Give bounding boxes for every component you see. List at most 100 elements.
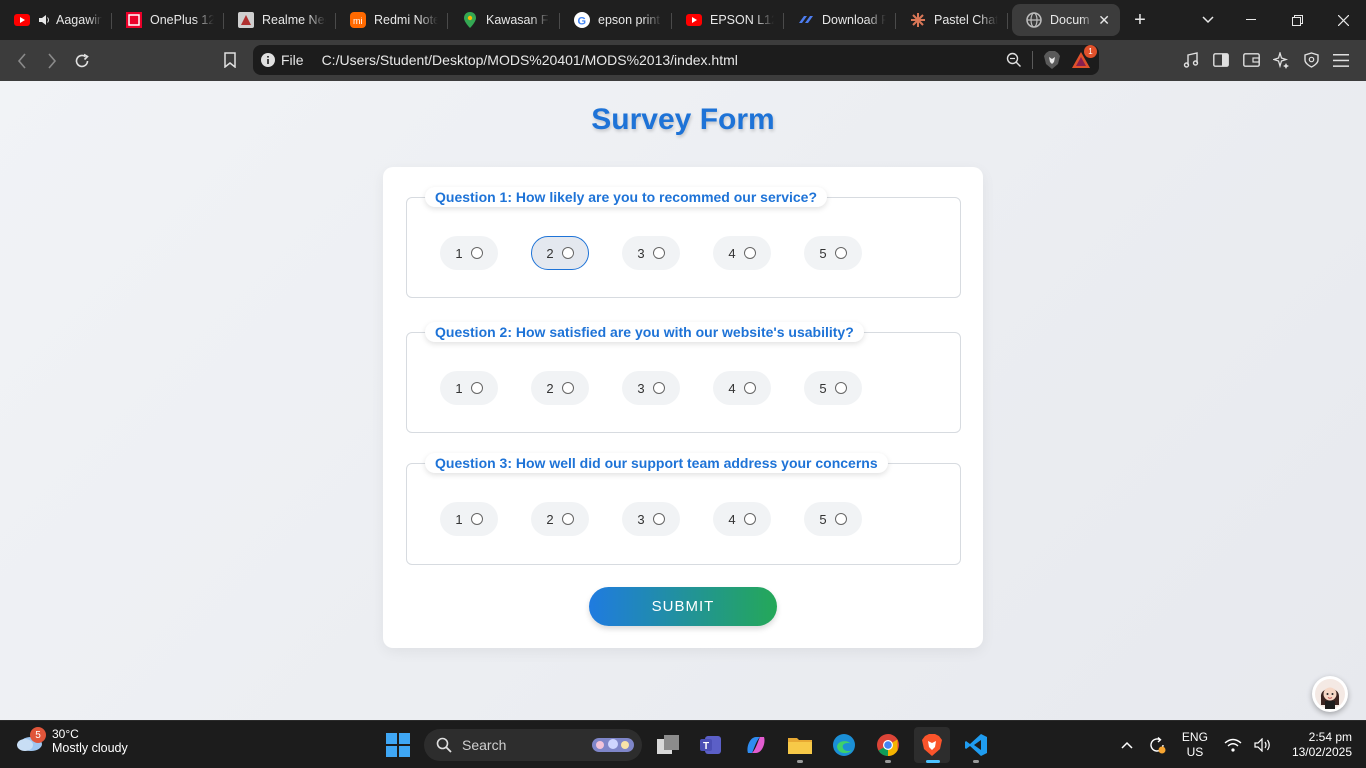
vpn-button[interactable] (1296, 45, 1326, 75)
sidebar-toggle-button[interactable] (1206, 45, 1236, 75)
bookmark-button[interactable] (215, 45, 245, 75)
volume-button[interactable] (1248, 738, 1278, 752)
brave-rewards-button[interactable]: 1 (1071, 45, 1097, 69)
main-menu-button[interactable] (1326, 45, 1356, 75)
option-label: 3 (637, 245, 645, 261)
option-label: 4 (728, 245, 736, 261)
q2-radio-5[interactable] (834, 382, 847, 394)
q2-option-1[interactable]: 1 (440, 371, 498, 405)
q3-radio-2[interactable] (561, 513, 574, 525)
q1-radio-3[interactable] (652, 247, 665, 259)
youtube-icon (686, 12, 702, 28)
close-tab-icon[interactable]: ✕ (1098, 12, 1110, 29)
restore-button[interactable] (1274, 0, 1320, 40)
q1-option-2[interactable]: 2 (531, 236, 589, 270)
q2-radio-4[interactable] (743, 382, 756, 394)
task-view-button[interactable] (650, 727, 686, 763)
address-bar[interactable]: File C:/Users/Student/Desktop/MODS%20401… (253, 45, 1099, 75)
media-button[interactable] (1176, 45, 1206, 75)
q3-option-4[interactable]: 4 (713, 502, 771, 536)
tab-youtube-aagawin[interactable]: Aagawin (0, 4, 112, 36)
wallet-button[interactable] (1236, 45, 1266, 75)
clock-date: 13/02/2025 (1291, 745, 1352, 759)
q1-radio-5[interactable] (834, 247, 847, 259)
q3-radio-4[interactable] (743, 513, 756, 525)
show-hidden-icons-button[interactable] (1112, 741, 1142, 749)
update-status-button[interactable] (1142, 736, 1172, 754)
zoom-button[interactable] (1006, 52, 1022, 68)
question-1-options: 1 2 3 4 5 (440, 236, 862, 270)
option-label: 2 (546, 511, 554, 527)
divider (1032, 51, 1033, 69)
tab-google-search[interactable]: G epson print (560, 4, 672, 36)
q3-option-5[interactable]: 5 (804, 502, 862, 536)
task-view-icon (657, 735, 679, 754)
q3-option-2[interactable]: 2 (531, 502, 589, 536)
q1-option-5[interactable]: 5 (804, 236, 862, 270)
teams-icon: T (700, 736, 721, 754)
audio-playing-icon[interactable] (38, 14, 50, 26)
q3-option-1[interactable]: 1 (440, 502, 498, 536)
edge-button[interactable] (826, 727, 862, 763)
option-label: 1 (455, 245, 463, 261)
tab-youtube-epson[interactable]: EPSON L120 (672, 4, 784, 36)
vscode-button[interactable] (958, 727, 994, 763)
network-button[interactable] (1218, 738, 1248, 752)
q2-option-3[interactable]: 3 (622, 371, 680, 405)
q1-radio-4[interactable] (743, 247, 756, 259)
file-explorer-button[interactable] (782, 727, 818, 763)
q1-option-3[interactable]: 3 (622, 236, 680, 270)
tab-pastel-chat[interactable]: Pastel Chat (896, 4, 1008, 36)
close-icon (1337, 14, 1349, 26)
tab-download[interactable]: Download F (784, 4, 896, 36)
option-label: 5 (819, 380, 827, 396)
q2-radio-1[interactable] (470, 382, 483, 394)
brave-shields-button[interactable] (1043, 50, 1061, 70)
start-button[interactable] (380, 727, 416, 763)
weather-temp: 30°C (52, 727, 79, 741)
tab-realme[interactable]: Realme Nec (224, 4, 336, 36)
q2-option-2[interactable]: 2 (531, 371, 589, 405)
leo-ai-button[interactable] (1266, 45, 1296, 75)
teams-button[interactable]: T (694, 727, 730, 763)
q1-option-4[interactable]: 4 (713, 236, 771, 270)
wifi-icon (1224, 738, 1242, 752)
site-info-button[interactable]: File (261, 52, 304, 68)
taskbar-search[interactable]: Search (424, 729, 642, 761)
close-window-button[interactable] (1320, 0, 1366, 40)
q3-radio-5[interactable] (834, 513, 847, 525)
clock-button[interactable]: 2:54 pm 13/02/2025 (1292, 730, 1352, 760)
url-text[interactable]: C:/Users/Student/Desktop/MODS%20401/MODS… (322, 52, 738, 68)
q1-radio-2[interactable] (561, 247, 574, 259)
svg-text:T: T (703, 741, 709, 752)
q1-radio-1[interactable] (470, 247, 483, 259)
tab-document-active[interactable]: Docum ✕ (1012, 4, 1120, 36)
weather-widget[interactable]: 5 30°C Mostly cloudy (14, 727, 128, 755)
tab-oneplus[interactable]: OnePlus 12 (112, 4, 224, 36)
reload-button[interactable] (67, 46, 97, 76)
back-arrow-icon (17, 52, 26, 69)
tab-maps[interactable]: Kawasan Fa (448, 4, 560, 36)
q1-option-1[interactable]: 1 (440, 236, 498, 270)
tab-redmi[interactable]: mi Redmi Note (336, 4, 448, 36)
sidebar-icon (1213, 53, 1229, 67)
q2-radio-2[interactable] (561, 382, 574, 394)
q2-option-5[interactable]: 5 (804, 371, 862, 405)
minimize-button[interactable] (1228, 0, 1274, 40)
chrome-button[interactable] (870, 727, 906, 763)
q3-radio-3[interactable] (652, 513, 665, 525)
question-2-legend: Question 2: How satisfied are you with o… (425, 322, 864, 342)
input-language-button[interactable]: ENG US (1172, 730, 1218, 760)
q2-radio-3[interactable] (652, 382, 665, 394)
forward-button[interactable] (37, 46, 67, 76)
new-tab-button[interactable]: + (1120, 4, 1160, 36)
back-button[interactable] (7, 46, 37, 76)
submit-button[interactable]: SUBMIT (589, 587, 777, 626)
q3-option-3[interactable]: 3 (622, 502, 680, 536)
q3-radio-1[interactable] (470, 513, 483, 525)
tab-search-button[interactable] (1188, 0, 1228, 40)
copilot-button[interactable] (738, 727, 774, 763)
assistant-avatar-button[interactable] (1312, 676, 1348, 712)
q2-option-4[interactable]: 4 (713, 371, 771, 405)
brave-browser-button[interactable] (914, 727, 950, 763)
